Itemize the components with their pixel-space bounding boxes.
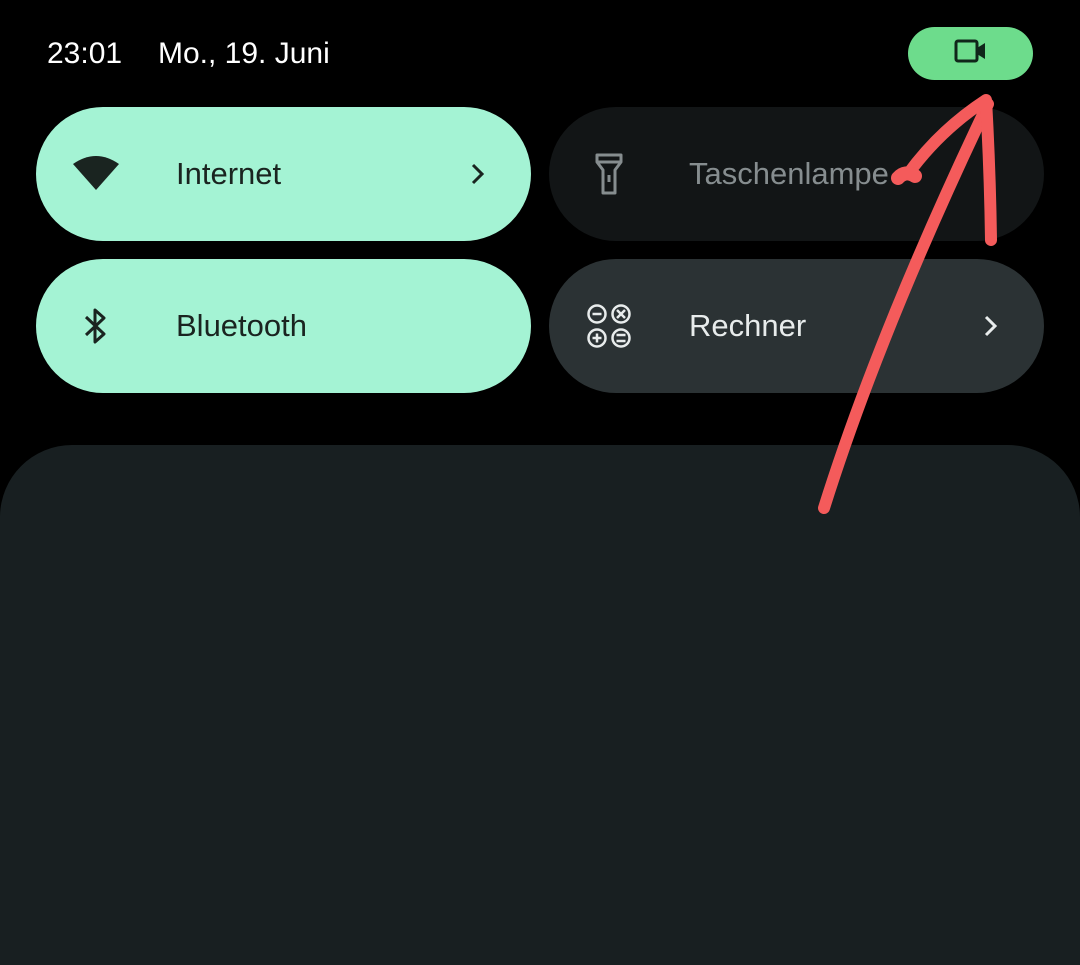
status-time: 23:01 xyxy=(47,37,123,70)
tile-calculator-label: Rechner xyxy=(689,308,807,343)
video-camera-icon xyxy=(954,38,988,69)
chevron-right-icon xyxy=(463,159,493,189)
tile-internet[interactable]: Internet xyxy=(36,107,531,241)
chevron-right-icon xyxy=(976,311,1006,341)
privacy-indicator-chip[interactable] xyxy=(908,27,1033,80)
tile-internet-label: Internet xyxy=(176,156,282,191)
tile-calculator[interactable]: Rechner xyxy=(549,259,1044,393)
tile-flashlight-label: Taschenlampe xyxy=(689,156,889,191)
calculator-icon xyxy=(585,302,633,350)
flashlight-icon xyxy=(585,150,633,198)
tile-flashlight[interactable]: Taschenlampe xyxy=(549,107,1044,241)
bluetooth-icon xyxy=(72,302,120,350)
tile-bluetooth-label: Bluetooth xyxy=(176,308,307,343)
tile-bluetooth[interactable]: Bluetooth xyxy=(36,259,531,393)
status-date: Mo., 19. Juni xyxy=(158,37,330,70)
notification-panel xyxy=(0,445,1080,965)
wifi-icon xyxy=(72,150,120,198)
